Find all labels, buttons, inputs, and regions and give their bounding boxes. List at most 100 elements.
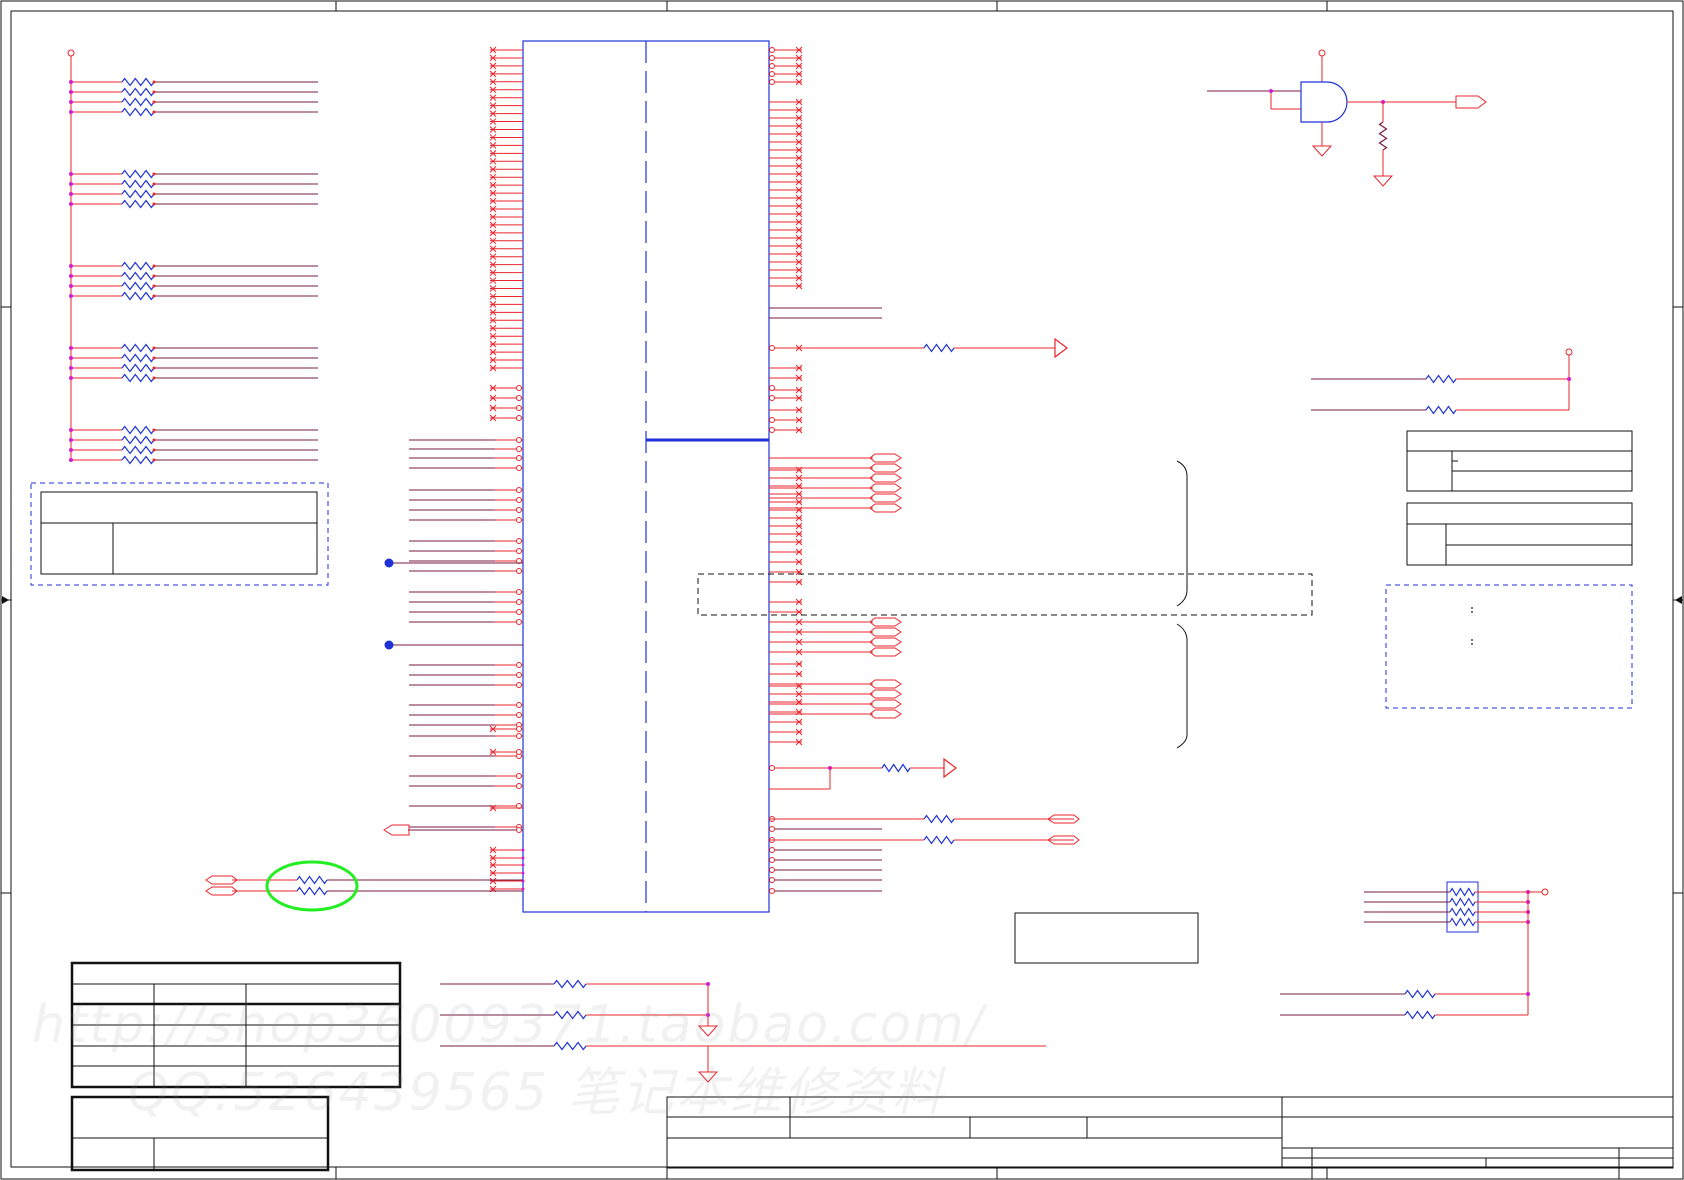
pin-bubble bbox=[769, 79, 775, 85]
junction-dot bbox=[69, 294, 73, 298]
resistor bbox=[121, 445, 155, 455]
highlight-circle bbox=[265, 860, 359, 912]
ground-triangle bbox=[697, 1025, 719, 1037]
junction-dot bbox=[69, 346, 73, 350]
resistor bbox=[881, 763, 911, 773]
pin-dot bbox=[521, 848, 525, 852]
pin-dot bbox=[152, 356, 156, 360]
resistor bbox=[1449, 917, 1476, 927]
net-flag-icon bbox=[383, 824, 410, 836]
junction-dot bbox=[69, 274, 73, 278]
ground-icon bbox=[1311, 140, 1333, 157]
right-tables bbox=[1385, 430, 1633, 709]
resistor bbox=[121, 435, 155, 445]
pin-bubble bbox=[516, 568, 522, 574]
pin-dot bbox=[521, 887, 525, 891]
pin-bubble bbox=[516, 497, 522, 503]
junction-dot bbox=[1526, 992, 1530, 996]
junction-dot bbox=[69, 376, 73, 380]
resistor bbox=[121, 189, 155, 199]
bottom-tables bbox=[70, 961, 402, 1172]
pin-bubble bbox=[769, 63, 775, 69]
pin-bubble bbox=[516, 682, 522, 688]
resistor bbox=[553, 1010, 587, 1020]
pin-bubble bbox=[516, 609, 522, 615]
resistor bbox=[923, 814, 955, 824]
dashed-note-frame bbox=[30, 482, 329, 586]
bus-flag-icon bbox=[869, 709, 902, 719]
pin-dot bbox=[152, 366, 156, 370]
ground-icon bbox=[1372, 170, 1394, 187]
bus-flag-icon bbox=[869, 483, 902, 493]
resistor bbox=[1404, 989, 1436, 999]
pin-bubble bbox=[516, 487, 522, 493]
main-ic-symbol bbox=[522, 40, 770, 913]
schematic-sheet bbox=[0, 0, 1684, 1180]
brace-icon bbox=[1176, 460, 1188, 607]
pin-bubble bbox=[516, 733, 522, 739]
resistor bbox=[1449, 897, 1476, 907]
resistor bbox=[1425, 374, 1457, 384]
pin-bubble bbox=[769, 857, 775, 863]
note-boxes-left bbox=[30, 482, 329, 586]
junction-dot bbox=[69, 172, 73, 176]
resistor bbox=[121, 425, 155, 435]
resistor bbox=[1449, 907, 1476, 917]
pin-bubble bbox=[769, 877, 775, 883]
pin-bubble bbox=[516, 749, 522, 755]
pin-bubble bbox=[516, 548, 522, 554]
pin-bubble bbox=[769, 345, 775, 351]
pin-bubble bbox=[516, 455, 522, 461]
pin-bubble bbox=[516, 712, 522, 718]
pin-dot bbox=[152, 80, 156, 84]
junction-dot bbox=[69, 264, 73, 268]
and-gate-icon bbox=[1300, 81, 1348, 123]
pin-bubble bbox=[516, 827, 522, 833]
colon-dot bbox=[1471, 607, 1473, 609]
pin-bubble bbox=[769, 765, 775, 771]
resistor bbox=[1449, 887, 1476, 897]
pin-bubble bbox=[769, 847, 775, 853]
blue-junction bbox=[384, 558, 394, 568]
junction-dot bbox=[69, 428, 73, 432]
pin-bubble bbox=[516, 599, 522, 605]
ground-triangle bbox=[1311, 145, 1333, 157]
bus-flag-icon bbox=[869, 637, 902, 647]
title-block-outline bbox=[666, 1096, 1674, 1169]
ground-icon bbox=[697, 1020, 719, 1037]
resistor bbox=[121, 77, 155, 87]
pin-bubble bbox=[516, 517, 522, 523]
pin-dot bbox=[152, 90, 156, 94]
pin-bubble bbox=[516, 726, 522, 732]
colon-dot bbox=[1471, 611, 1473, 613]
bus-flag-icon bbox=[869, 689, 902, 699]
resistor bbox=[121, 169, 155, 179]
note-box bbox=[1014, 912, 1199, 964]
resistor bbox=[1404, 1010, 1436, 1020]
and-gate-circuit bbox=[1207, 49, 1487, 187]
junction-dot bbox=[1269, 89, 1273, 93]
resistor bbox=[923, 343, 955, 353]
ground-triangle bbox=[697, 1071, 719, 1083]
pin-dot bbox=[152, 274, 156, 278]
pin-bubble bbox=[516, 395, 522, 401]
junction-dot bbox=[69, 438, 73, 442]
pin-dot bbox=[152, 346, 156, 350]
pin-bubble bbox=[516, 437, 522, 443]
junction-dot bbox=[69, 80, 73, 84]
junction-dot bbox=[706, 1013, 710, 1017]
colon-dot bbox=[1471, 639, 1473, 641]
pin-bubble bbox=[516, 783, 522, 789]
bus-flag-icon bbox=[869, 679, 902, 689]
junction-dot bbox=[69, 366, 73, 370]
bus-flag-icon bbox=[869, 453, 902, 463]
dashed-region bbox=[697, 573, 1313, 616]
resistor bbox=[121, 261, 155, 271]
ground-triangle bbox=[1372, 175, 1394, 187]
resistor bbox=[121, 343, 155, 353]
bus-flag-icon bbox=[869, 617, 902, 627]
pin-dot bbox=[152, 438, 156, 442]
right-resistors bbox=[1311, 348, 1573, 415]
pin-bubble bbox=[769, 385, 775, 391]
ic-right-pins bbox=[769, 46, 1199, 964]
